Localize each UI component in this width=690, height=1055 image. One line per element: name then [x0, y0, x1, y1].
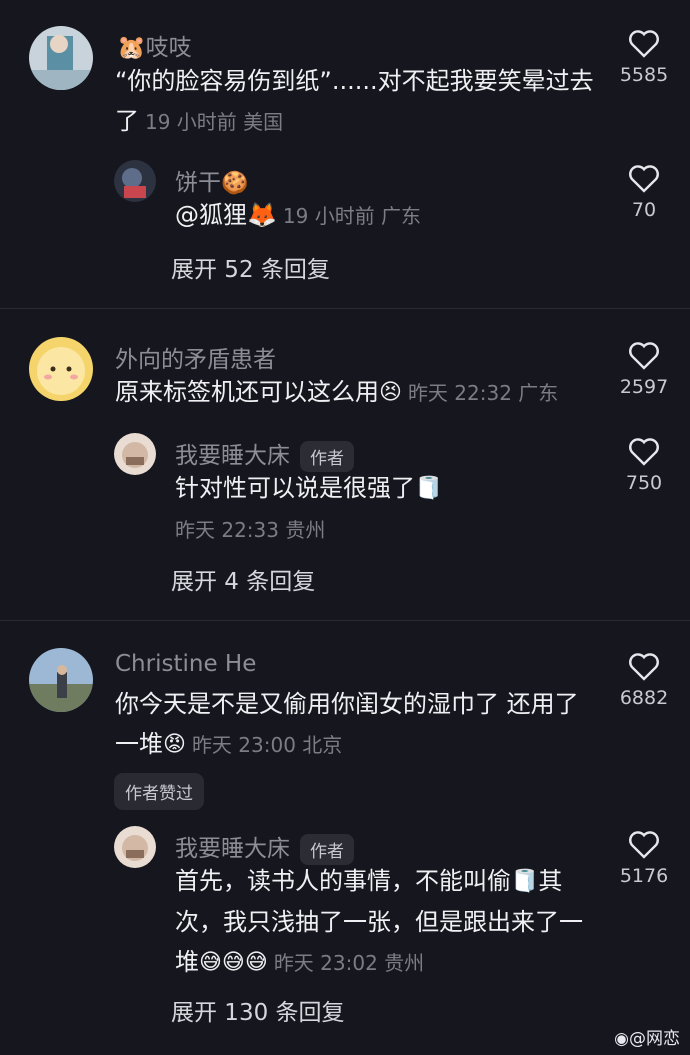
angry-emoji: 😡 [163, 732, 186, 757]
emoji: 😅😅😅 [199, 950, 268, 975]
avatar[interactable] [29, 337, 93, 401]
reply-author[interactable]: 我要睡大床 作者 [175, 829, 354, 865]
heart-icon [629, 342, 659, 370]
like-button[interactable]: 750 [609, 436, 679, 494]
reply-avatar[interactable] [114, 160, 156, 202]
reply-text[interactable]: @狐狸🦊 19 小时前 广东 [175, 195, 595, 236]
reply-text[interactable]: 首先，读书人的事情，不能叫偷🧻其次，我只浅抽了一张，但是跟出来了一堆😅😅😅 昨天 … [175, 861, 593, 983]
comment-author[interactable]: Christine He [115, 651, 256, 677]
comment-text[interactable]: 你今天是不是又偷用你闺女的湿巾了 还用了一堆😡 昨天 23:00 北京 [115, 684, 595, 765]
comment-author[interactable]: 外向的矛盾患者 [115, 340, 276, 374]
weibo-icon: ◉ [614, 1029, 629, 1049]
comment-meta: 昨天 23:00 北京 [191, 733, 343, 757]
cookie-emoji: 🍪 [221, 171, 249, 196]
expand-replies-link[interactable]: 展开 4 条回复 [171, 562, 315, 596]
heart-icon [629, 165, 659, 193]
like-button[interactable]: 6882 [609, 651, 679, 709]
reply-text[interactable]: 针对性可以说是很强了🧻 昨天 22:33 贵州 [175, 468, 595, 550]
expand-replies-link[interactable]: 展开 52 条回复 [171, 250, 330, 284]
divider [0, 620, 690, 621]
comment-author[interactable]: 🐹吱吱 [117, 28, 192, 62]
avatar[interactable] [29, 26, 93, 90]
like-count: 6882 [619, 687, 669, 709]
reply-meta: 昨天 23:02 贵州 [273, 951, 425, 975]
like-button[interactable]: 5585 [609, 28, 679, 86]
reply-author[interactable]: 饼干🍪 [175, 163, 248, 197]
heart-icon [629, 30, 659, 58]
reply-avatar[interactable] [114, 826, 156, 868]
heart-icon [629, 438, 659, 466]
expand-replies-link[interactable]: 展开 130 条回复 [171, 993, 345, 1027]
comment-text[interactable]: “你的脸容易伤到纸”......对不起我要笑晕过去了 19 小时前 美国 [115, 61, 605, 142]
like-button[interactable]: 2597 [609, 340, 679, 398]
comment-meta: 19 小时前 美国 [145, 110, 284, 134]
comment-text[interactable]: 原来标签机还可以这么用😣 昨天 22:32 广东 [115, 372, 605, 413]
name-emoji: 🐹 [117, 35, 146, 61]
author-liked-badge: 作者赞过 [114, 773, 204, 810]
watermark: ◉@网恋 [614, 1029, 680, 1049]
reply-meta: 昨天 22:33 贵州 [175, 518, 326, 542]
like-button[interactable]: 5176 [609, 829, 679, 887]
emoji: 😣 [379, 380, 402, 405]
reply-meta: 19 小时前 广东 [282, 204, 422, 228]
emoji: 🧻 [511, 869, 539, 894]
like-count: 70 [631, 199, 657, 221]
heart-icon [629, 653, 659, 681]
emoji: 🧻 [415, 476, 443, 501]
like-count: 5176 [619, 865, 669, 887]
like-count: 5585 [619, 64, 669, 86]
like-button[interactable]: 70 [609, 163, 679, 221]
like-count: 750 [625, 472, 663, 494]
divider [0, 308, 690, 309]
like-count: 2597 [619, 376, 669, 398]
comment-meta: 昨天 22:32 广东 [407, 381, 559, 405]
avatar[interactable] [29, 648, 93, 712]
reply-author[interactable]: 我要睡大床 作者 [175, 436, 354, 472]
heart-icon [629, 831, 659, 859]
reply-avatar[interactable] [114, 433, 156, 475]
